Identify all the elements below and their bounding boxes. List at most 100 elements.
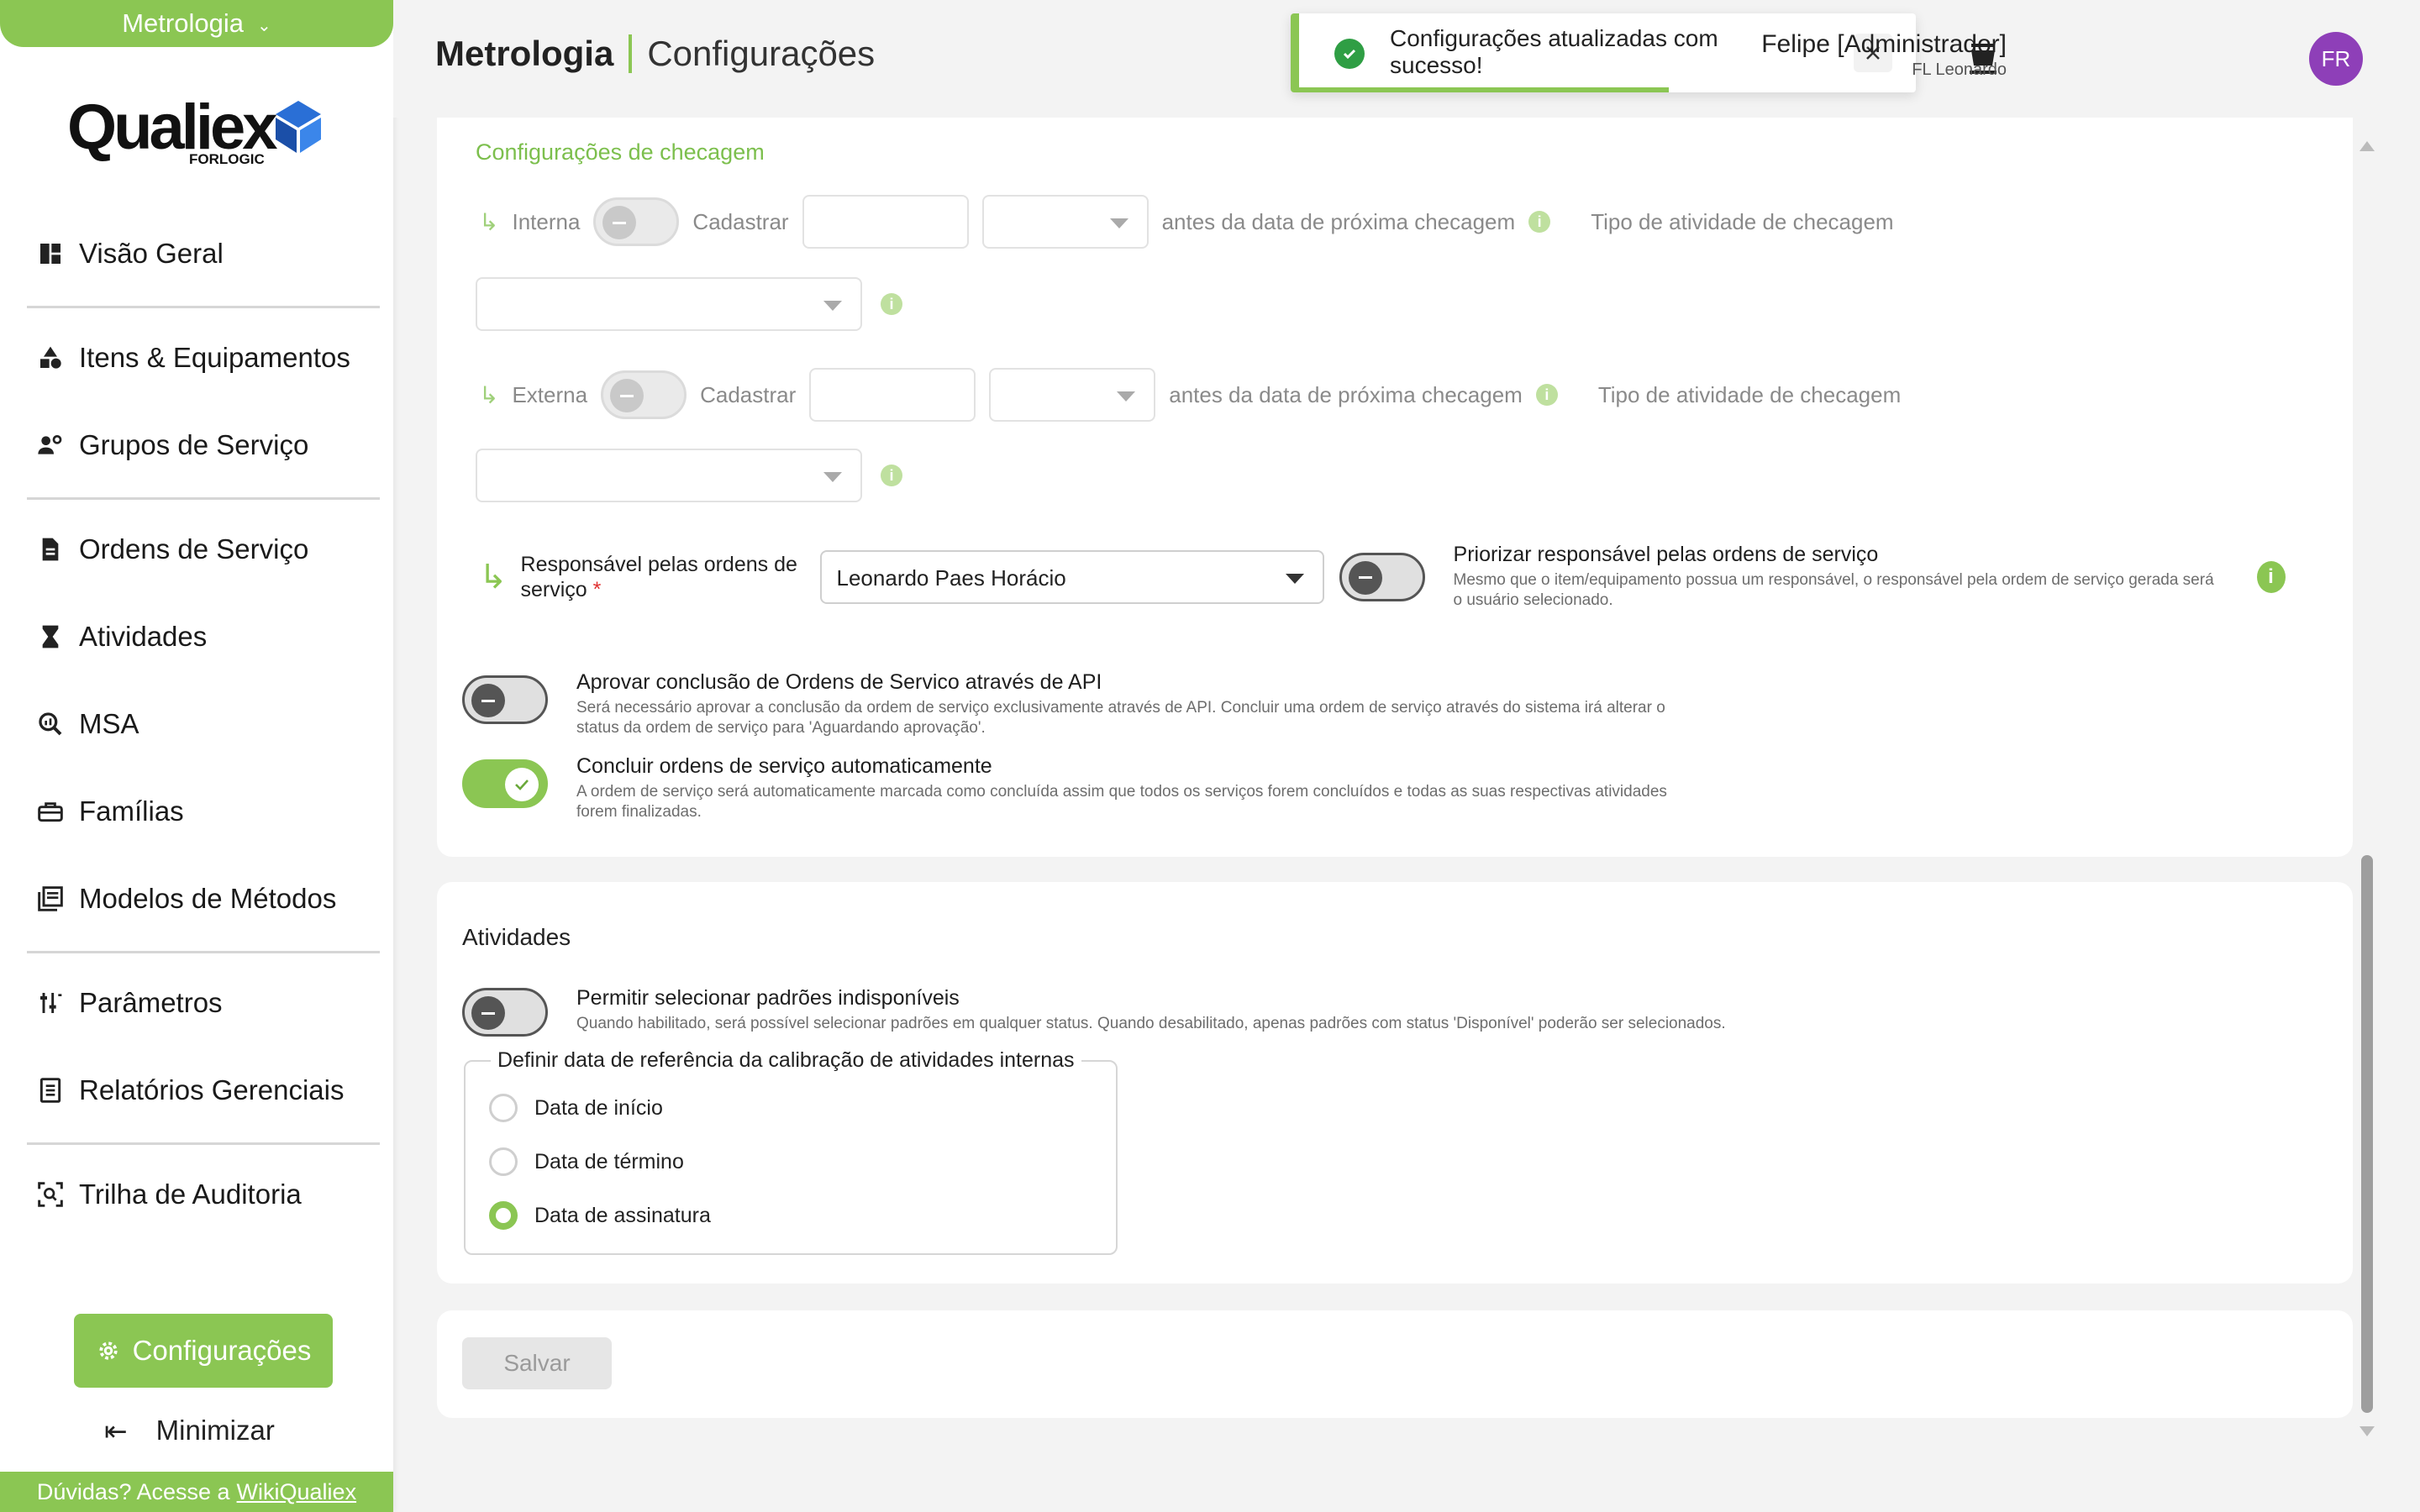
radio-button-checked[interactable] — [489, 1201, 518, 1230]
module-switcher[interactable]: Metrologia ⌄ — [0, 0, 393, 47]
qualiex-logo: Qualiex FORLOGIC — [67, 91, 336, 175]
sidebar-item-relatorios[interactable]: Relatórios Gerenciais — [37, 1065, 373, 1116]
sidebar-item-label: Famílias — [79, 795, 184, 827]
configuracoes-button[interactable]: Configurações — [74, 1314, 333, 1388]
sidebar-item-label: Trilha de Auditoria — [79, 1179, 302, 1210]
responsavel-row: ↳ Responsável pelas ordens de serviço * … — [479, 543, 2286, 611]
radio-data-assinatura[interactable]: Data de assinatura — [489, 1201, 711, 1230]
info-icon[interactable]: i — [1535, 384, 1558, 406]
sidebar-item-msa[interactable]: MSA — [37, 699, 373, 749]
checagem-title: Configurações de checagem — [476, 139, 765, 165]
minimize-button[interactable]: ⇤ Minimizar — [104, 1408, 275, 1453]
concluir-title: Concluir ordens de serviço automaticamen… — [576, 754, 992, 778]
atividades-title: Atividades — [462, 924, 571, 950]
externa-row: ↳ Externa Cadastrar antes da data de pró… — [479, 368, 1901, 422]
sliders-icon — [40, 993, 62, 1013]
scroll-up-arrow-icon[interactable] — [2360, 141, 2375, 151]
check-icon — [505, 768, 539, 801]
configuracoes-label: Configurações — [132, 1335, 312, 1366]
gear-icon — [98, 1341, 118, 1360]
interna-row: ↳ Interna Cadastrar antes da data de pró… — [479, 195, 1894, 249]
sidebar-item-grupos-servico[interactable]: Grupos de Serviço — [37, 420, 373, 470]
interna-tipo-row: i — [476, 277, 902, 331]
externa-tipo-select[interactable] — [476, 449, 862, 502]
permitir-text: Permitir selecionar padrões indisponívei… — [576, 986, 2257, 1034]
wiki-link[interactable]: WikiQualiex — [237, 1479, 357, 1505]
externa-cadastrar-label: Cadastrar — [700, 381, 797, 407]
aprovar-toggle[interactable] — [462, 675, 548, 724]
priorizar-desc: Mesmo que o item/equipamento possua um r… — [1453, 571, 2214, 609]
sidebar-item-ordens-servico[interactable]: Ordens de Serviço — [37, 524, 373, 575]
sidebar-item-label: Relatórios Gerenciais — [79, 1074, 345, 1105]
actions-card: Salvar — [437, 1310, 2353, 1418]
interna-dias-input[interactable] — [802, 195, 969, 249]
responsavel-value: Leonardo Paes Horácio — [836, 564, 1066, 591]
interna-tipo-label: Tipo de atividade de checagem — [1591, 208, 1894, 234]
referencia-fieldset: Definir data de referência da calibração… — [464, 1048, 1118, 1255]
scrollbar-thumb[interactable] — [2361, 855, 2373, 1413]
concluir-toggle[interactable] — [462, 759, 548, 808]
users-gear-icon — [38, 435, 62, 454]
externa-dias-input[interactable] — [809, 368, 976, 422]
interna-tipo-select[interactable] — [476, 277, 862, 331]
radio-label: Data de início — [534, 1095, 663, 1120]
user-info[interactable]: Felipe [Administrador] FL Leonardo — [1586, 30, 2007, 80]
permitir-toggle[interactable] — [462, 988, 548, 1037]
sidebar-item-parametros[interactable]: Parâmetros — [37, 978, 373, 1028]
sidebar-item-visao-geral[interactable]: Visão Geral — [37, 228, 373, 279]
minimize-label: Minimizar — [155, 1415, 275, 1446]
aprovar-desc: Será necessário aprovar a conclusão da o… — [576, 699, 1665, 737]
info-icon[interactable]: i — [1528, 211, 1551, 233]
sidebar-item-trilha-auditoria[interactable]: Trilha de Auditoria — [37, 1169, 373, 1220]
audit-scan-icon — [38, 1182, 63, 1207]
radio-data-termino[interactable]: Data de término — [489, 1147, 684, 1176]
hourglass-icon — [42, 625, 59, 648]
logo-subtext: FORLOGIC — [189, 151, 265, 167]
radio-data-inicio[interactable]: Data de início — [489, 1094, 663, 1122]
breadcrumb-separator — [629, 34, 633, 73]
module-switcher-label: Metrologia — [122, 8, 244, 38]
externa-toggle[interactable] — [601, 370, 687, 419]
sidebar-divider — [27, 497, 380, 500]
breadcrumb: Metrologia Configurações — [435, 34, 875, 74]
referencia-legend: Definir data de referência da calibração… — [491, 1048, 1081, 1073]
sidebar-item-atividades[interactable]: Atividades — [37, 612, 373, 662]
concluir-row: Concluir ordens de serviço automaticamen… — [462, 754, 1669, 822]
priorizar-text: Priorizar responsável pelas ordens de se… — [1454, 543, 2227, 611]
checagem-card: Configurações de checagem ↳ Interna Cada… — [437, 118, 2353, 857]
sidebar-item-modelos-metodos[interactable]: Modelos de Métodos — [37, 874, 373, 924]
externa-unidade-select[interactable] — [989, 368, 1156, 422]
info-icon[interactable]: i — [881, 465, 902, 486]
interna-toggle[interactable] — [593, 197, 680, 246]
help-bar: Dúvidas? Acesse a WikiQualiex — [0, 1472, 393, 1512]
aprovar-row: Aprovar conclusão de Ordens de Servico a… — [462, 670, 1669, 738]
magnify-chart-icon — [39, 712, 62, 736]
required-mark: * — [592, 577, 602, 601]
interna-cadastrar-label: Cadastrar — [692, 208, 789, 234]
externa-antes-label: antes da data de próxima checagem — [1169, 381, 1523, 407]
interna-unidade-select[interactable] — [981, 195, 1149, 249]
priorizar-toggle[interactable] — [1339, 552, 1425, 601]
sidebar-item-label: Visão Geral — [79, 238, 224, 269]
sidebar-divider — [27, 306, 380, 308]
document-icon — [42, 538, 59, 561]
save-button[interactable]: Salvar — [462, 1337, 612, 1389]
sidebar-item-label: Ordens de Serviço — [79, 533, 309, 564]
radio-button[interactable] — [489, 1147, 518, 1176]
check-circle-icon — [1334, 39, 1365, 69]
radio-label: Data de término — [534, 1149, 684, 1173]
radio-button[interactable] — [489, 1094, 518, 1122]
sidebar-item-label: Modelos de Métodos — [79, 883, 337, 914]
sidebar-item-itens-equipamentos[interactable]: Itens & Equipamentos — [37, 333, 373, 383]
dashboard-icon — [40, 244, 60, 264]
interna-label: Interna — [512, 208, 581, 234]
externa-label: Externa — [512, 381, 588, 407]
sidebar-item-familias[interactable]: Famílias — [37, 786, 373, 837]
info-icon[interactable]: i — [881, 293, 902, 315]
externa-tipo-row: i — [476, 449, 902, 502]
scroll-down-arrow-icon[interactable] — [2360, 1426, 2375, 1436]
info-icon[interactable]: i — [2256, 560, 2286, 593]
responsavel-select[interactable]: Leonardo Paes Horácio — [819, 549, 1324, 604]
externa-tipo-label: Tipo de atividade de checagem — [1597, 381, 1902, 407]
avatar[interactable]: FR — [2309, 32, 2363, 86]
